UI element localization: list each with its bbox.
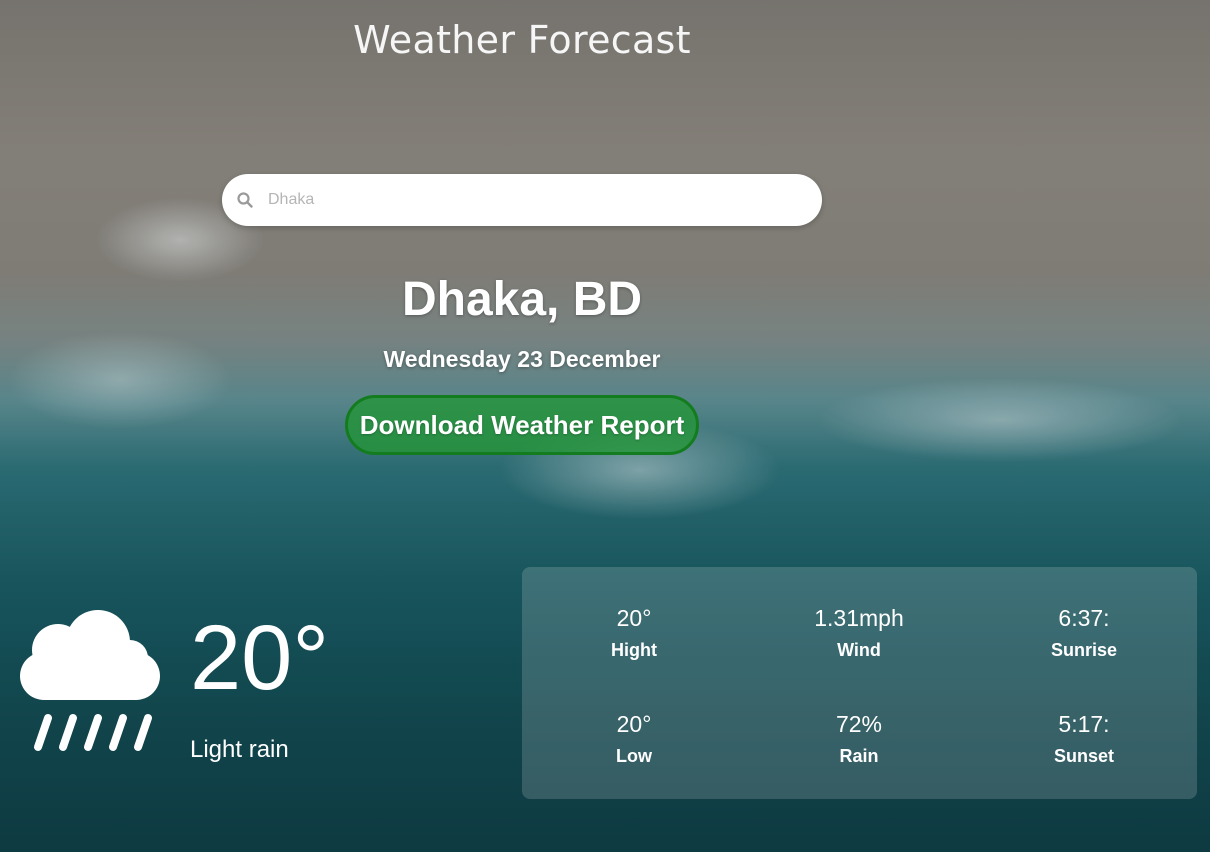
location-title: Dhaka, BD <box>401 273 643 326</box>
stat-label: Sunset <box>1053 746 1114 766</box>
search-input[interactable] <box>268 180 788 220</box>
stat-value: 1.31mph <box>814 605 904 631</box>
weather-condition: Light rain <box>190 736 289 763</box>
stat-value: 20° <box>616 605 652 631</box>
stat-label: Wind <box>837 640 881 660</box>
stat-rain: 72% Rain <box>779 711 939 767</box>
stat-sunset: 5:17: Sunset <box>1004 711 1164 767</box>
search-icon <box>237 192 253 208</box>
stat-wind: 1.31mph Wind <box>779 605 939 661</box>
download-report-button[interactable]: Download Weather Report <box>345 395 699 455</box>
current-temperature: 20° <box>190 607 330 709</box>
stat-low: 20° Low <box>554 711 714 767</box>
stat-label: Low <box>616 746 652 766</box>
current-date: Wednesday 23 December <box>383 346 661 372</box>
stat-label: Hight <box>611 640 657 660</box>
stat-value: 72% <box>835 711 883 737</box>
stat-sunrise: 6:37: Sunrise <box>1004 605 1164 661</box>
search-bar[interactable] <box>222 174 822 226</box>
weather-stats-panel: 20° Hight 1.31mph Wind 6:37: Sunrise 20°… <box>522 567 1197 799</box>
stat-value: 20° <box>616 711 652 737</box>
cloud-rain-icon <box>20 610 160 751</box>
page-title: Weather Forecast <box>353 18 691 62</box>
stat-high: 20° Hight <box>554 605 714 661</box>
stat-value: 5:17: <box>1058 711 1110 737</box>
stat-value: 6:37: <box>1058 605 1110 631</box>
stat-label: Rain <box>839 746 879 766</box>
stat-label: Sunrise <box>1050 640 1118 660</box>
